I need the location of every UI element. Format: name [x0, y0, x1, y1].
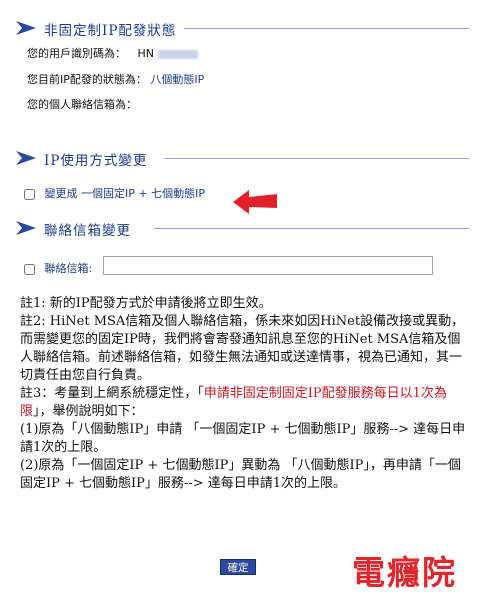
ip-status-label: 您目前IP配發的狀態為： — [27, 73, 147, 86]
section-header-ip-status: 非固定制IP配發狀態 — [14, 18, 474, 39]
note-3-suffix: 」，舉例說明如下： — [33, 404, 144, 419]
email-field[interactable] — [103, 256, 433, 275]
ip-change-option-label[interactable]: 一個固定IP + 七個動態IP — [81, 187, 205, 200]
notes-block: 註1: 新的IP配發方式於申請後將立即生效。 註2: HiNet MSA信箱及個… — [20, 295, 470, 493]
note-3-prefix: 註3：考量到上網系統穩定性，「 — [20, 386, 204, 401]
ip-change-checkbox[interactable] — [24, 188, 35, 200]
bookmark-arrow-icon — [16, 221, 36, 235]
email-change-label: 聯絡信箱: — [44, 262, 93, 275]
email-change-checkbox[interactable] — [24, 263, 35, 275]
ip-status-value: 八個動態IP — [150, 73, 205, 86]
note-3-example-1: (1)原為「八個動態IP」申請 「一個固定IP + 七個動態IP」服務--> 達… — [20, 422, 466, 455]
section-header-email-change: 聯絡信箱變更 — [14, 218, 474, 239]
note-1: 註1: 新的IP配發方式於申請後將立即生效。 — [20, 296, 272, 311]
watermark-logo: 電癮院 — [352, 553, 457, 592]
ip-status-row: 您目前IP配發的狀態為： 八個動態IP — [27, 71, 204, 87]
bookmark-arrow-icon — [16, 21, 36, 35]
section-rule — [164, 158, 469, 159]
section-rule — [184, 28, 469, 29]
user-id-value: HN — [137, 47, 155, 60]
contact-email-label: 您的個人聯絡信箱為： — [27, 98, 137, 111]
contact-email-row: 您的個人聯絡信箱為： — [27, 96, 137, 112]
note-3: 註3：考量到上網系統穩定性，「申請非固定制固定IP配發服務每日以1次為限」，舉例… — [20, 385, 470, 421]
red-arrow-icon — [233, 190, 277, 214]
user-id-row: 您的用戶識別碼為： HN — [27, 45, 198, 61]
email-change-row: 聯絡信箱: — [24, 260, 92, 276]
section-title: IP使用方式變更 — [44, 149, 154, 169]
user-id-label: 您的用戶識別碼為： — [27, 47, 126, 60]
ip-change-prefix: 變更成 — [44, 187, 78, 200]
section-header-ip-change: IP使用方式變更 — [14, 148, 474, 169]
note-2: 註2: HiNet MSA信箱及個人聯絡信箱，係未來如因HiNet設備改接或異動… — [20, 314, 465, 383]
section-title: 非固定制IP配發狀態 — [44, 19, 183, 39]
note-3-example-2: (2)原為「一個固定IP + 七個動態IP」異動為 「八個動態IP」，再申請「一… — [20, 458, 461, 491]
section-title: 聯絡信箱變更 — [44, 219, 137, 239]
confirm-button[interactable]: 確定 — [220, 559, 256, 575]
bookmark-arrow-icon — [16, 151, 36, 165]
ip-change-option[interactable]: 變更成 一個固定IP + 七個動態IP — [24, 185, 205, 201]
section-rule — [154, 228, 469, 229]
masked-user-id — [157, 49, 198, 59]
